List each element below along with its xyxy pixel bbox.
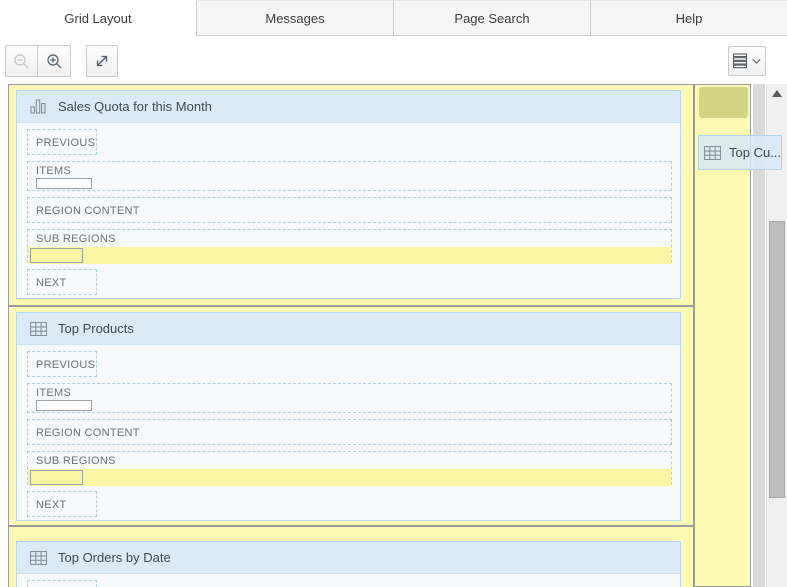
grid-layout-canvas: Sales Quota for this Month PREVIOUS ITEM… (0, 84, 787, 587)
grid-cell-row3: Top Orders by Date PREVIOUS (8, 526, 694, 587)
layout-display-menu-button[interactable] (728, 46, 766, 76)
region-sales-quota[interactable]: Sales Quota for this Month PREVIOUS ITEM… (16, 90, 681, 299)
tab-messages[interactable]: Messages (197, 0, 394, 36)
region-title: Top Orders by Date (58, 550, 171, 565)
expand-diagonal-arrows-icon (94, 53, 110, 69)
zoom-out-icon (13, 53, 30, 70)
slot-label: ITEMS (36, 165, 71, 177)
tab-page-search[interactable]: Page Search (394, 0, 591, 36)
zoom-out-button[interactable] (5, 45, 38, 77)
grid-layout-toolbar (0, 36, 787, 84)
region-title: Top Products (58, 321, 134, 336)
slot-label: PREVIOUS (36, 137, 95, 149)
slot-previous[interactable]: PREVIOUS (27, 580, 97, 587)
table-icon (704, 146, 721, 160)
slot-label: REGION CONTENT (36, 205, 140, 217)
slot-label: REGION CONTENT (36, 427, 140, 439)
slot-label: SUB REGIONS (28, 233, 116, 245)
scrollbar-thumb[interactable] (769, 221, 785, 498)
slot-sub-regions[interactable]: SUB REGIONS (27, 451, 672, 485)
region-header[interactable]: Sales Quota for this Month (17, 91, 680, 123)
slot-label: PREVIOUS (36, 359, 95, 371)
slot-region-content[interactable]: REGION CONTENT (27, 419, 672, 445)
region-top-products[interactable]: Top Products PREVIOUS ITEMS REGION CONTE… (16, 312, 681, 521)
sub-region-stripe (28, 469, 671, 486)
grid-cell-row2: Top Products PREVIOUS ITEMS REGION CONTE… (8, 306, 694, 526)
zoom-button-group (5, 45, 71, 77)
tab-help[interactable]: Help (591, 0, 787, 36)
item-placeholder[interactable] (36, 178, 92, 189)
slot-previous[interactable]: PREVIOUS (27, 351, 97, 377)
slot-previous[interactable]: PREVIOUS (27, 129, 97, 155)
sub-region-stripe (28, 247, 671, 264)
region-header[interactable]: Top Products (17, 313, 680, 345)
side-region-block[interactable] (699, 87, 748, 118)
scrollbar-up-arrow[interactable] (772, 90, 782, 97)
slot-label: ITEMS (36, 387, 71, 399)
table-icon (30, 551, 47, 565)
region-body: PREVIOUS ITEMS REGION CONTENT SUB REGION… (17, 123, 680, 295)
tab-bar: Grid Layout Messages Page Search Help (0, 0, 787, 36)
slot-next[interactable]: NEXT (27, 269, 97, 295)
region-top-orders[interactable]: Top Orders by Date PREVIOUS (16, 541, 681, 587)
slot-items[interactable]: ITEMS (27, 161, 672, 191)
item-placeholder[interactable] (36, 400, 92, 411)
tab-label: Messages (265, 11, 324, 26)
list-rows-icon (733, 53, 748, 69)
chevron-down-icon (752, 58, 761, 65)
sub-region-placeholder[interactable] (30, 248, 83, 263)
slot-label: SUB REGIONS (28, 455, 116, 467)
tab-label: Page Search (454, 11, 529, 26)
table-icon (30, 322, 47, 336)
tab-label: Grid Layout (64, 11, 131, 26)
grid-cell-row1: Sales Quota for this Month PREVIOUS ITEM… (8, 84, 694, 306)
region-body: PREVIOUS (17, 574, 680, 587)
tab-label: Help (676, 11, 703, 26)
bar-chart-icon (30, 99, 47, 114)
zoom-in-button[interactable] (37, 45, 71, 77)
slot-items[interactable]: ITEMS (27, 383, 672, 413)
region-top-customers[interactable]: Top Cu... (698, 135, 782, 170)
region-title: Top Cu... (729, 145, 781, 160)
expand-button[interactable] (86, 45, 118, 77)
region-body: PREVIOUS ITEMS REGION CONTENT SUB REGION… (17, 345, 680, 517)
region-title: Sales Quota for this Month (58, 99, 212, 114)
slot-region-content[interactable]: REGION CONTENT (27, 197, 672, 223)
slot-label: NEXT (36, 277, 67, 289)
tab-grid-layout[interactable]: Grid Layout (0, 0, 197, 36)
slot-next[interactable]: NEXT (27, 491, 97, 517)
zoom-in-icon (46, 53, 63, 70)
region-header[interactable]: Top Orders by Date (17, 542, 680, 574)
slot-label: NEXT (36, 499, 67, 511)
sub-region-placeholder[interactable] (30, 470, 83, 485)
slot-sub-regions[interactable]: SUB REGIONS (27, 229, 672, 263)
